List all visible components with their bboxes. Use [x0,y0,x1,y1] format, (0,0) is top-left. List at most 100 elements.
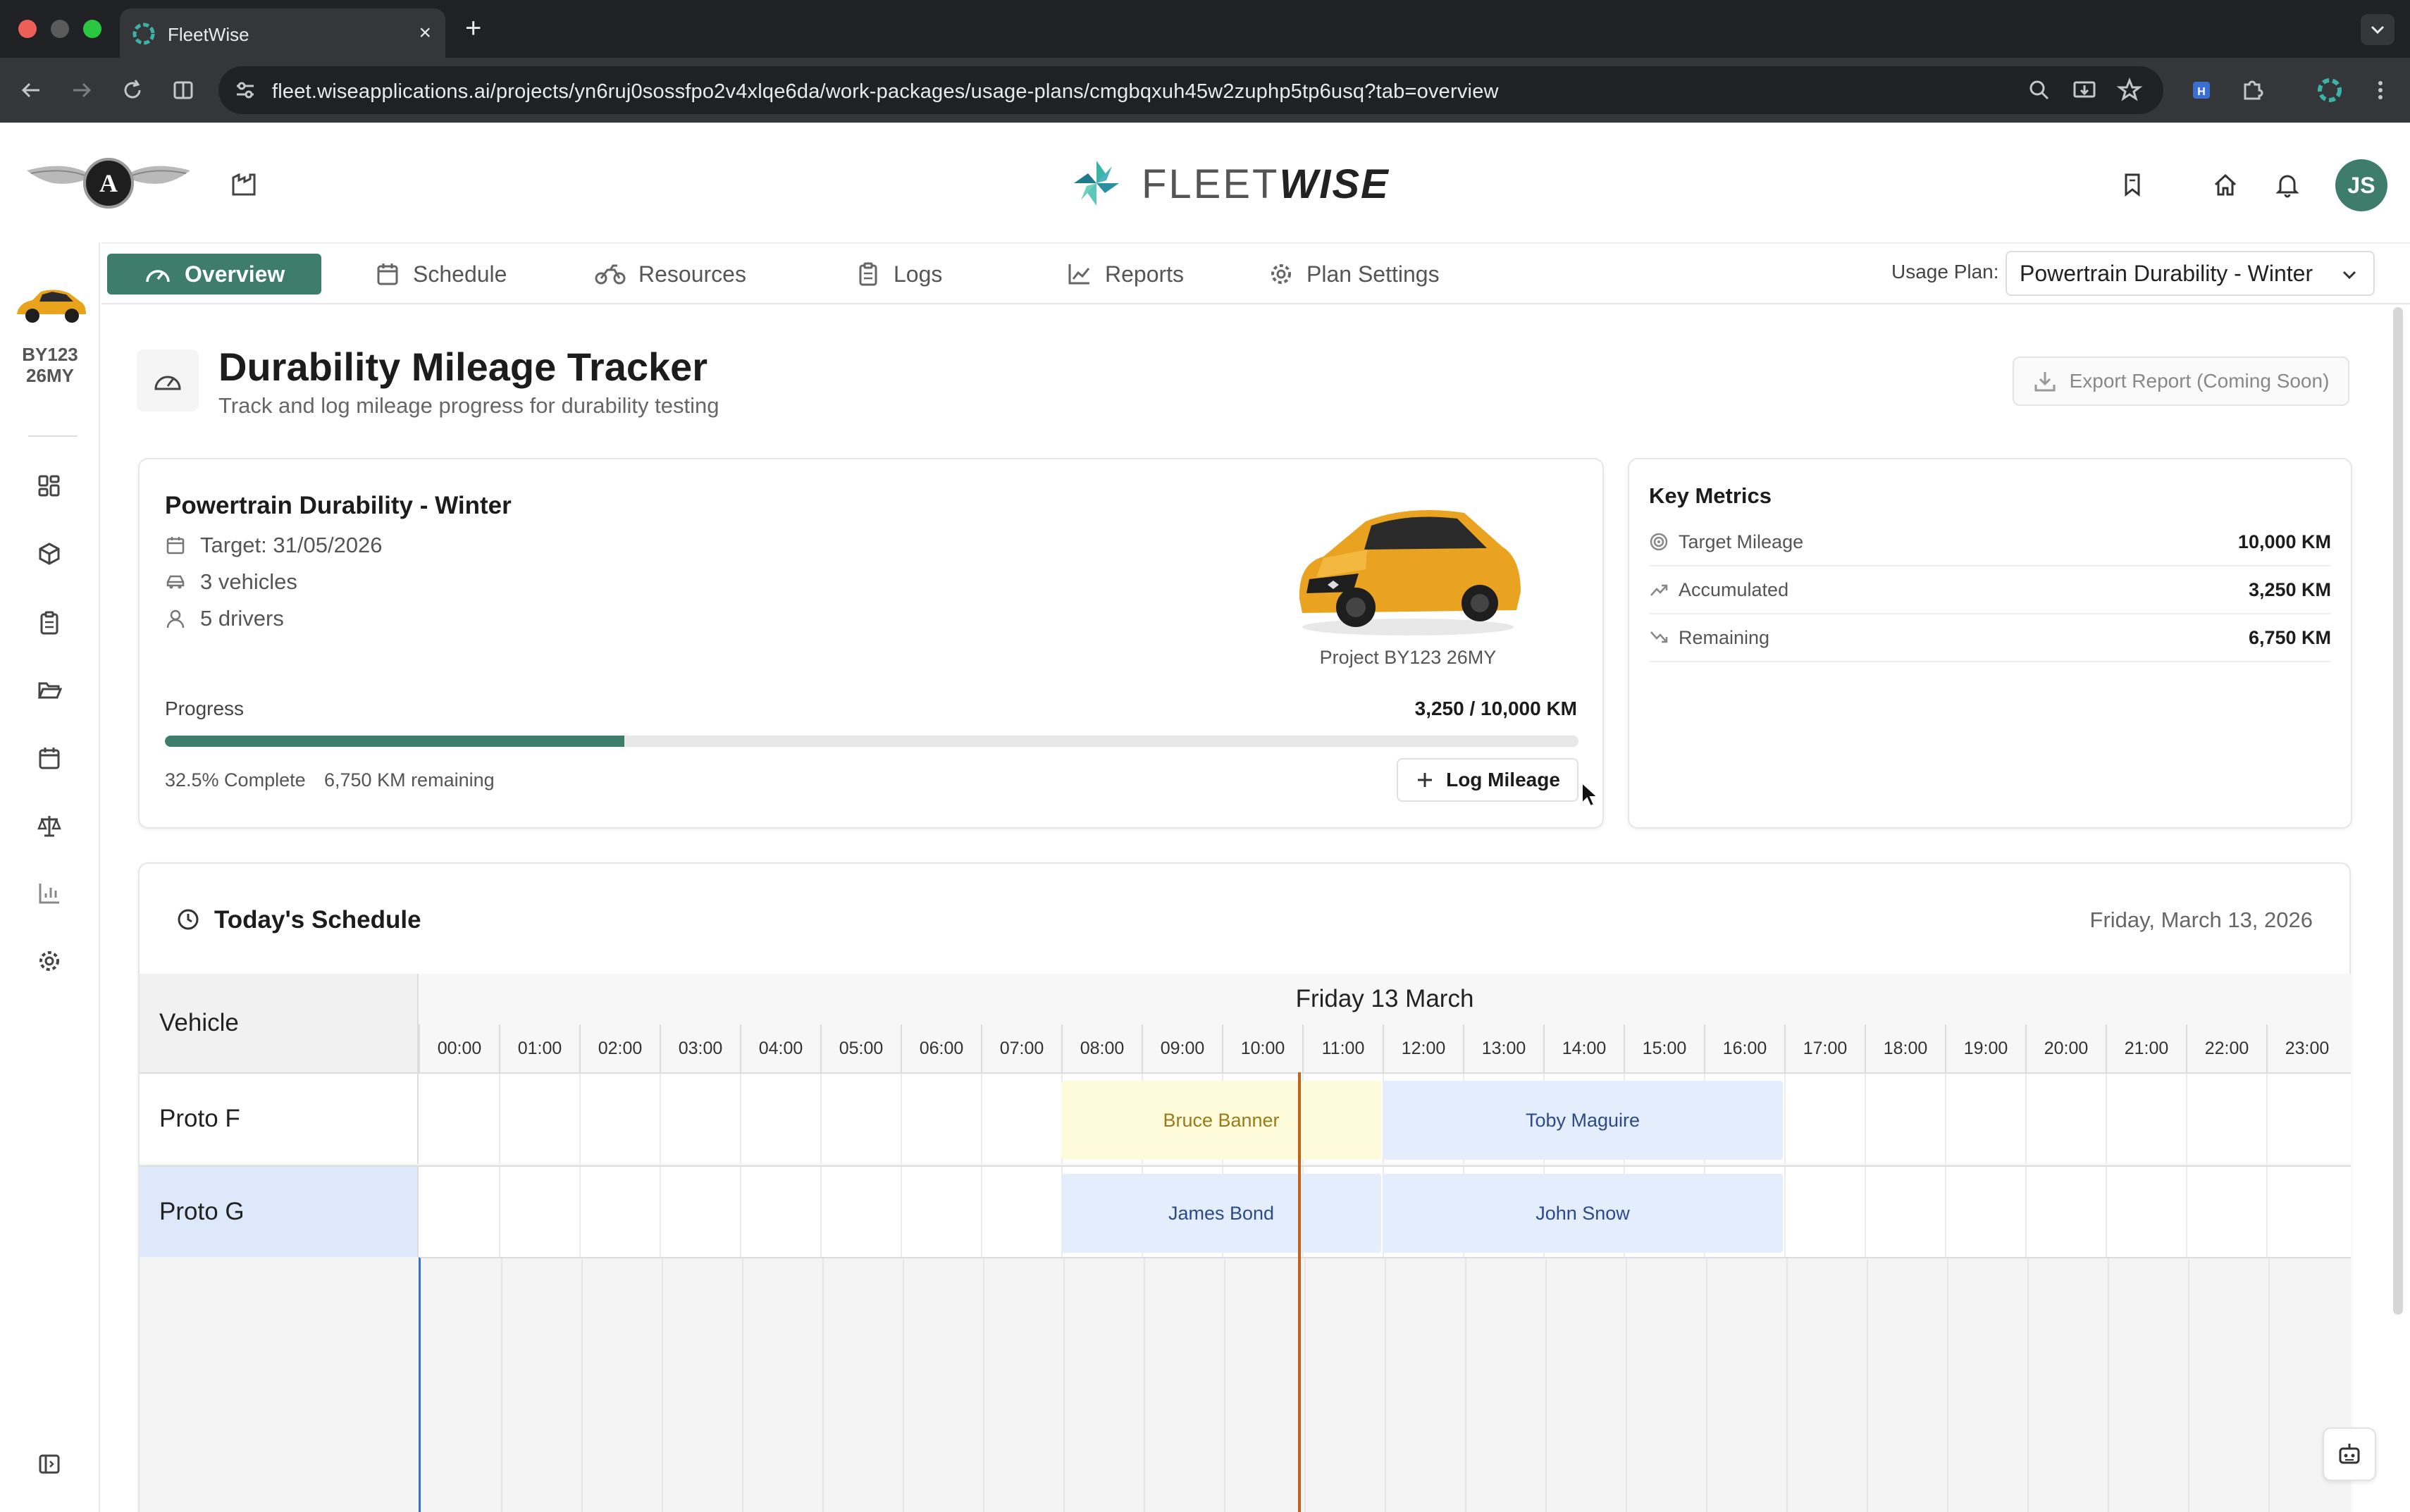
progress-label: Progress [165,698,245,719]
tab-schedule[interactable]: Schedule [375,254,507,295]
schedule-timeline: Vehicle Friday 13 March 00:00 01:00 02:00 0… [140,974,2351,1512]
hour-gridline [740,1074,741,1164]
assistant-button[interactable] [2323,1427,2376,1481]
hour-label: 02:00 [579,1024,660,1072]
new-tab-icon[interactable]: + [465,11,481,45]
minimize-window-button[interactable] [51,20,69,38]
hour-gridline [1947,1258,1948,1512]
tab-plan-settings[interactable]: Plan Settings [1268,254,1440,295]
address-bar[interactable]: fleet.wiseapplications.ai/projects/yn6ru… [218,66,2163,114]
car-icon [165,571,186,593]
trend-up-icon [1649,580,1669,600]
usage-plan-select[interactable]: Powertrain Durability - Winter [2006,251,2375,296]
extension-icon[interactable]: H [2187,76,2216,104]
hour-label: 23:00 [2266,1024,2347,1072]
log-mileage-label: Log Mileage [1446,769,1560,791]
vehicle-row-label[interactable]: Proto F [140,1072,419,1164]
install-app-icon[interactable] [2070,76,2099,104]
cube-icon[interactable] [37,541,62,566]
hour-label: 07:00 [981,1024,1061,1072]
hour-gridline [1786,1258,1788,1512]
dashboard-icon[interactable] [37,473,62,499]
chevron-down-icon [2340,265,2359,285]
hour-gridline [1784,1167,1786,1257]
hour-gridline [2106,1074,2107,1164]
hour-gridline [901,1074,902,1164]
home-icon[interactable] [2211,171,2239,199]
hour-gridline [2106,1167,2107,1257]
calendar-icon [375,261,400,287]
puzzle-icon[interactable] [2238,76,2266,104]
calendar-icon[interactable] [37,745,62,771]
hour-gridline [1867,1258,1868,1512]
tab-logs[interactable]: Logs [855,254,942,295]
export-report-button[interactable]: Export Report (Coming Soon) [2013,357,2349,406]
booking-block[interactable]: Toby Maguire [1383,1081,1783,1160]
plan-summary-card: Powertrain Durability - Winter Target: 3… [138,458,1604,829]
tab-search-button[interactable] [2361,14,2394,45]
browser-tab[interactable]: FleetWise × [120,8,445,58]
day-label: Friday 13 March [1295,985,1474,1012]
bookmark-icon[interactable] [2118,171,2146,199]
notification-bell-icon[interactable] [2273,171,2301,199]
hour-gridline [1063,1258,1065,1512]
progress-bar [165,736,1578,747]
hour-label: 05:00 [820,1024,901,1072]
vehicle-row-timeline[interactable]: James Bond John Snow [419,1165,2351,1257]
page-scrollbar[interactable] [2393,307,2403,1315]
fleetwise-logo-icon [1070,156,1123,210]
hour-gridline [981,1074,982,1164]
clipboard-icon[interactable] [37,610,62,636]
maximize-window-button[interactable] [83,20,101,38]
hour-label: 03:00 [660,1024,740,1072]
booking-block[interactable]: James Bond [1061,1174,1381,1253]
tab-reports[interactable]: Reports [1067,254,1184,295]
profile-icon[interactable] [2316,76,2344,104]
browser-menu-icon[interactable] [2366,76,2394,104]
hour-gridline [1865,1167,1866,1257]
hour-gridline [1626,1258,1627,1512]
user-avatar[interactable]: JS [2335,159,2387,211]
hour-label: 09:00 [1142,1024,1222,1072]
hour-gridline [499,1074,500,1164]
hour-gridline [2268,1258,2270,1512]
hour-gridline [981,1167,982,1257]
site-settings-icon[interactable] [233,78,258,103]
vehicle-thumbnail[interactable] [13,283,89,328]
back-arrow-icon[interactable] [17,76,45,104]
collapse-sidebar-icon[interactable] [37,1451,62,1477]
hour-label: 19:00 [1945,1024,2025,1072]
split-view-icon[interactable] [169,76,197,104]
folder-icon[interactable] [37,678,62,703]
progress-remaining-text: 6,750 KM remaining [324,769,495,791]
tab-resources[interactable]: Resources [595,254,746,295]
vehicle-row-timeline[interactable]: Bruce Banner Toby Maguire [419,1072,2351,1164]
close-tab-icon[interactable]: × [419,21,431,45]
todays-schedule-card: Today's Schedule Friday, March 13, 2026 … [138,862,2351,1512]
vehicle-row-label[interactable]: Proto G [140,1165,419,1257]
hour-label: 00:00 [419,1024,499,1072]
reload-icon[interactable] [118,76,147,104]
factory-icon[interactable] [230,171,258,199]
browser-tab-bar: FleetWise × + [0,0,2410,58]
log-mileage-button[interactable]: Log Mileage [1397,758,1578,802]
hour-label: 12:00 [1383,1024,1463,1072]
close-window-button[interactable] [18,20,37,38]
scales-icon[interactable] [37,813,62,838]
forward-arrow-icon[interactable] [68,76,96,104]
tab-schedule-label: Schedule [413,261,507,287]
gear-icon[interactable] [37,948,62,974]
hour-gridline [660,1167,661,1257]
hour-gridline [1545,1258,1547,1512]
browser-tab-title: FleetWise [168,24,249,45]
bar-chart-icon[interactable] [37,881,62,906]
hour-gridline [2027,1258,2029,1512]
company-logo[interactable]: A [25,155,192,211]
booking-block[interactable]: Bruce Banner [1061,1081,1381,1160]
bookmark-star-icon[interactable] [2115,76,2144,104]
booking-block[interactable]: John Snow [1383,1174,1783,1253]
schedule-title: Today's Schedule [214,906,421,934]
tab-overview[interactable]: Overview [107,254,322,295]
zoom-icon[interactable] [2025,76,2053,104]
hour-gridline [1385,1258,1386,1512]
